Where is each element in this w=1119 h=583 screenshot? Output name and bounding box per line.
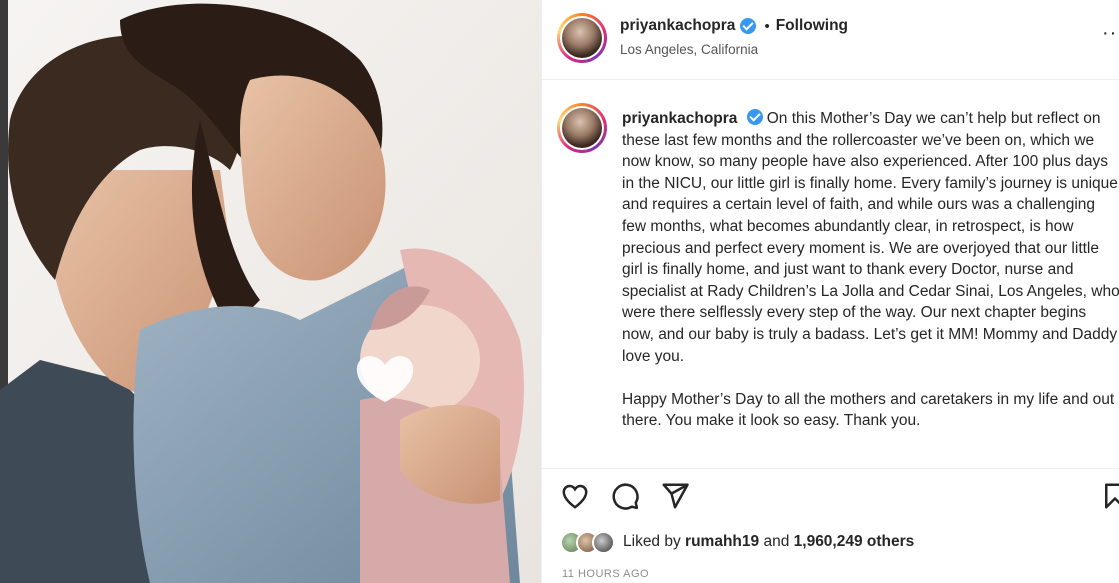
likes-summary: Liked by rumahh19 and 1,960,249 others [560,528,914,556]
heart-icon[interactable] [560,481,590,511]
post-header: priyankachopra • Following Los Angeles, … [542,0,1119,80]
post-photo[interactable] [0,0,541,583]
caption-section: priyankachopra On this Mother’s Day we c… [542,96,1119,468]
liker-avatars[interactable] [560,530,615,554]
comment-icon[interactable] [610,481,640,511]
liker-avatar [592,530,615,554]
verified-badge-icon [740,18,757,34]
author-username[interactable]: priyankachopra [620,17,735,35]
post-details-panel: priyankachopra • Following Los Angeles, … [541,0,1119,583]
header-user-line: priyankachopra • Following [620,17,848,35]
action-bar [542,468,1119,528]
post-image [0,0,541,583]
caption-verified-badge-icon [746,109,763,125]
bookmark-icon[interactable] [1100,481,1119,511]
author-avatar[interactable] [557,13,607,63]
likes-conjunction: and [763,533,790,550]
caption-text: priyankachopra On this Mother’s Day we c… [622,108,1119,432]
more-options-icon[interactable]: ··· [1102,22,1119,45]
likes-prefix: Liked by [623,533,681,550]
likes-text: Liked by rumahh19 and 1,960,249 others [623,533,914,551]
caption-username[interactable]: priyankachopra [622,110,737,127]
caption-author-avatar[interactable] [557,103,607,153]
caption-body: On this Mother’s Day we can’t help but r… [622,110,1119,430]
following-button[interactable]: Following [776,17,848,35]
post-timestamp[interactable]: 11 HOURS AGO [562,568,649,580]
liker-username[interactable]: rumahh19 [685,533,759,550]
separator-dot: • [764,17,770,35]
post-location[interactable]: Los Angeles, California [620,42,758,57]
send-icon[interactable] [660,481,690,511]
likes-count[interactable]: 1,960,249 others [794,533,915,550]
